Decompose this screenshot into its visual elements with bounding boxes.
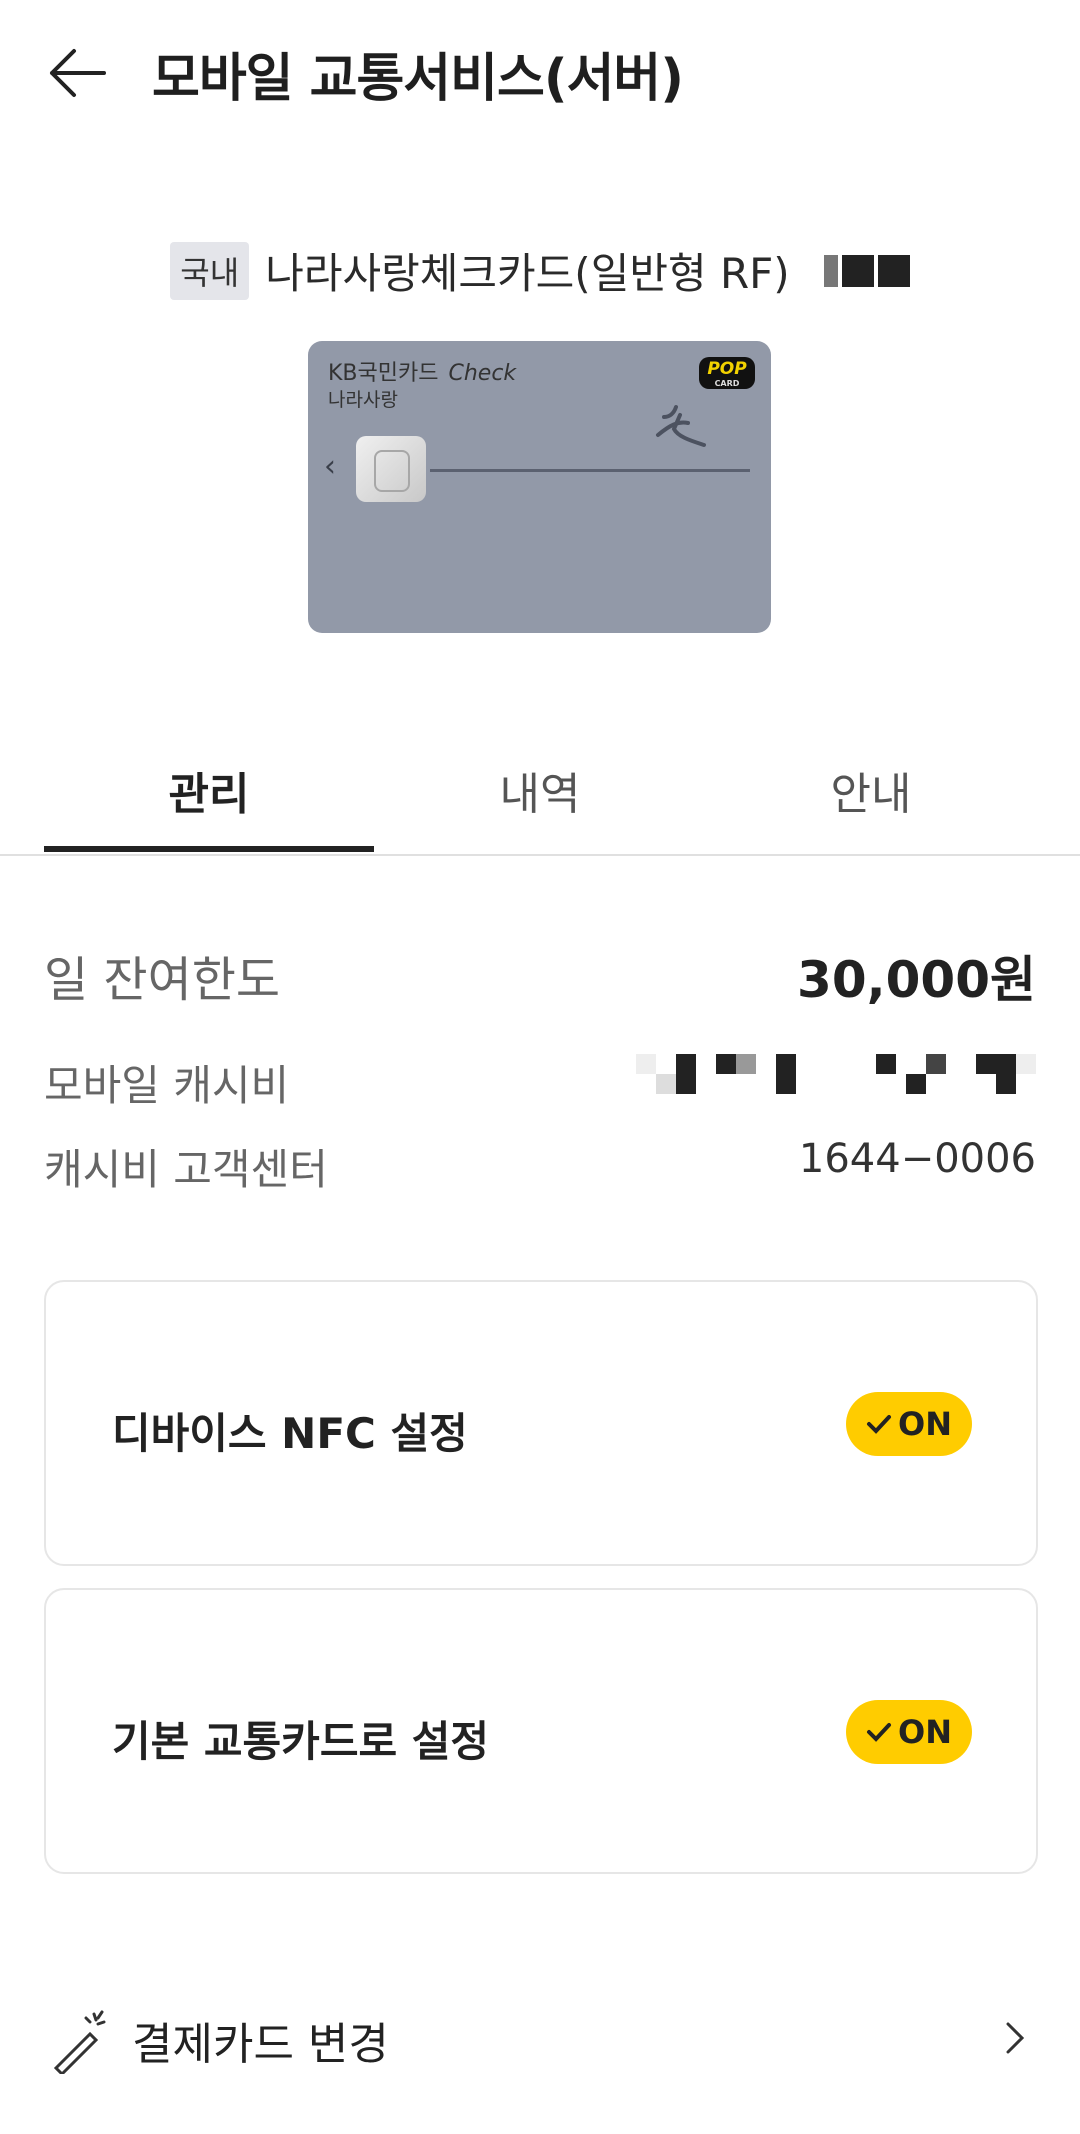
app-header: 모바일 교통서비스(서버) bbox=[0, 0, 1080, 150]
customer-center-row: 캐시비 고객센터 1644−0006 bbox=[44, 1136, 1036, 1196]
region-badge: 국내 bbox=[170, 241, 250, 300]
daily-limit-row: 일 잔여한도 30,000원 bbox=[44, 940, 1036, 1010]
customer-center-phone[interactable]: 1644−0006 bbox=[799, 1136, 1036, 1182]
card-subtitle: 나라사랑 bbox=[328, 389, 398, 411]
tab-indicator bbox=[44, 846, 374, 852]
nfc-toggle-label: ON bbox=[898, 1405, 952, 1443]
nfc-setting-label: 디바이스 NFC 설정 bbox=[112, 1409, 468, 1458]
card-image: KB국민카드 Check 나라사랑 POP CARD ‹ bbox=[308, 341, 771, 633]
tab-history[interactable]: 내역 bbox=[375, 758, 705, 822]
check-icon bbox=[867, 1415, 891, 1434]
daily-limit-label: 일 잔여한도 bbox=[44, 952, 281, 1008]
card-name-row: 국내 나라사랑체크카드(일반형 RF) bbox=[0, 240, 1080, 300]
card-brand: KB국민카드 Check bbox=[328, 361, 517, 386]
tab-guide[interactable]: 안내 bbox=[706, 758, 1036, 822]
tab-bar: 관리 내역 안내 bbox=[0, 720, 1080, 856]
card-name: 나라사랑체크카드(일반형 RF) bbox=[265, 249, 790, 298]
change-payment-card-label: 결제카드 변경 bbox=[132, 2019, 389, 2070]
tab-manage[interactable]: 관리 bbox=[44, 758, 374, 822]
default-card-panel: 기본 교통카드로 설정 ON bbox=[44, 1588, 1038, 1874]
customer-center-label: 캐시비 고객센터 bbox=[44, 1145, 328, 1194]
change-payment-card-button[interactable]: 결제카드 변경 bbox=[0, 1990, 1080, 2090]
nfc-toggle[interactable]: ON bbox=[846, 1392, 972, 1456]
page-title: 모바일 교통서비스(서버) bbox=[152, 49, 684, 109]
card-stripe bbox=[430, 469, 750, 472]
runner-logo-icon bbox=[648, 403, 718, 457]
default-card-toggle-label: ON bbox=[898, 1713, 952, 1751]
chevron-right-icon bbox=[1006, 2022, 1025, 2054]
cashbee-row: 모바일 캐시비 bbox=[44, 1052, 1036, 1112]
check-icon bbox=[867, 1723, 891, 1742]
default-card-toggle[interactable]: ON bbox=[846, 1700, 972, 1764]
card-arrow-icon: ‹ bbox=[324, 449, 336, 484]
masked-card-number bbox=[823, 254, 910, 287]
daily-limit-value: 30,000원 bbox=[797, 951, 1036, 1009]
chip-icon bbox=[356, 436, 426, 502]
pop-card-logo: POP CARD bbox=[699, 357, 755, 389]
nfc-setting-panel: 디바이스 NFC 설정 ON bbox=[44, 1280, 1038, 1566]
back-arrow-icon[interactable] bbox=[44, 38, 114, 108]
cashbee-label: 모바일 캐시비 bbox=[44, 1061, 290, 1110]
masked-cashbee-number bbox=[636, 1054, 1036, 1094]
magic-wand-icon bbox=[53, 2010, 106, 2074]
default-card-label: 기본 교통카드로 설정 bbox=[112, 1717, 490, 1766]
